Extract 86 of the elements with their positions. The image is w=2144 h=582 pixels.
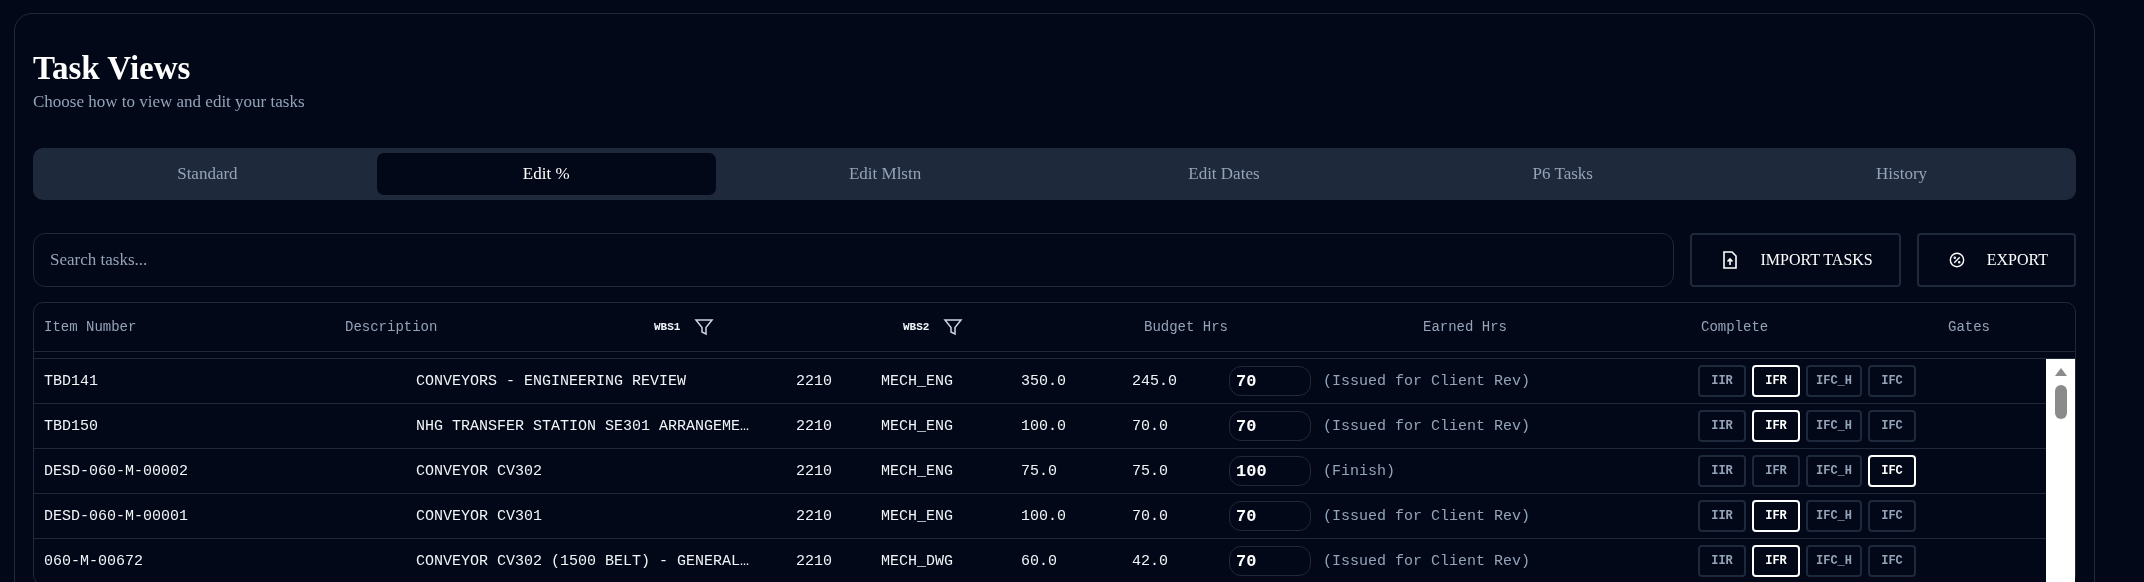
percent-input[interactable]: 70	[1229, 546, 1311, 577]
column-header: Earned Hrs	[1423, 319, 1507, 336]
gate-button[interactable]: IIR	[1698, 455, 1746, 488]
gate-button[interactable]: IFR	[1752, 410, 1800, 443]
status-text: (Issued for Client Rev)	[1323, 552, 1532, 570]
gate-button[interactable]: IFC_H	[1806, 545, 1862, 578]
column-header: WBS2	[903, 321, 930, 334]
gate-button[interactable]: IFC	[1868, 545, 1916, 578]
percent-input[interactable]: 70	[1229, 501, 1311, 532]
table-cell-text: 2210	[796, 507, 833, 525]
table-cell-text: 2210	[796, 372, 833, 390]
gate-button[interactable]: IFC_H	[1806, 455, 1862, 488]
view-tab[interactable]: Edit Dates	[1054, 153, 1394, 196]
column-header: Item Number	[44, 319, 137, 336]
table-cell-text: 70.0	[1132, 507, 1169, 525]
table-cell-text: TBD150	[44, 417, 99, 435]
table-cell-text: 245.0	[1132, 372, 1178, 390]
table-cell-text: 42.0	[1132, 552, 1169, 570]
table-cell-text: MECH_ENG	[881, 462, 954, 480]
percent-input[interactable]: 100	[1229, 456, 1311, 487]
table-cell-text: MECH_ENG	[881, 372, 954, 390]
column-header: Description	[345, 319, 438, 336]
table-cell-text: 2210	[796, 417, 833, 435]
table-cell-text: 350.0	[1021, 372, 1067, 390]
percent-input[interactable]: 70	[1229, 366, 1311, 397]
import-button[interactable]: IMPORT TASKS	[1690, 233, 1901, 288]
gate-button[interactable]: IFR	[1752, 455, 1800, 488]
view-tab[interactable]: Edit Mlstn	[715, 153, 1055, 196]
gate-button[interactable]: IIR	[1698, 365, 1746, 398]
column-header: Gates	[1948, 319, 1990, 336]
status-text: (Finish)	[1323, 462, 1396, 480]
view-tab[interactable]: Standard	[38, 153, 377, 196]
gate-button[interactable]: IFR	[1752, 545, 1800, 578]
gate-button[interactable]: IFC	[1868, 365, 1916, 398]
gate-button[interactable]: IFC_H	[1806, 410, 1862, 443]
status-text: (Issued for Client Rev)	[1323, 417, 1532, 435]
column-header: Complete	[1701, 319, 1769, 336]
scrollbar[interactable]	[2046, 359, 2075, 582]
table-cell-text: CONVEYORS - ENGINEERING REVIEW	[416, 372, 688, 390]
gate-button[interactable]: IFR	[1752, 365, 1800, 398]
table-cell-text: 2210	[796, 552, 833, 570]
gate-button[interactable]: IFC	[1868, 455, 1916, 488]
table-cell-text: TBD141	[44, 372, 99, 390]
scroll-thumb[interactable]	[2054, 385, 2067, 420]
table-cell-text: CONVEYOR CV301	[416, 507, 544, 525]
table-cell-text: 100.0	[1021, 417, 1067, 435]
gate-button[interactable]: IFR	[1752, 500, 1800, 533]
filter-icon[interactable]	[694, 317, 715, 338]
table-cell-text: DESD-060-M-00002	[44, 462, 190, 480]
table-cell-text: 75.0	[1021, 462, 1058, 480]
gate-button[interactable]: IFC_H	[1806, 365, 1862, 398]
gate-button[interactable]: IIR	[1698, 500, 1746, 533]
table-cell-text: CONVEYOR CV302	[416, 462, 544, 480]
gate-button[interactable]: IFC_H	[1806, 500, 1862, 533]
view-tab[interactable]: History	[1732, 153, 2071, 196]
export-button[interactable]: EXPORT	[1916, 233, 2076, 288]
view-tab[interactable]: P6 Tasks	[1393, 153, 1733, 196]
page-subtitle: Choose how to view and edit your tasks	[33, 92, 305, 113]
table-cell-text: 2210	[796, 462, 833, 480]
gate-button[interactable]: IFC	[1868, 410, 1916, 443]
gate-button[interactable]: IFC	[1868, 500, 1916, 533]
gate-button[interactable]: IIR	[1698, 545, 1746, 578]
column-header: WBS1	[654, 321, 681, 334]
view-tab[interactable]: Edit %	[376, 153, 716, 196]
percent-input[interactable]: 70	[1229, 411, 1311, 442]
table-cell-text: 60.0	[1021, 552, 1058, 570]
table-cell-text: CONVEYOR CV302 (1500 BELT) - GENERAL…	[416, 552, 751, 570]
gate-button[interactable]: IIR	[1698, 410, 1746, 443]
table-cell-text: DESD-060-M-00001	[44, 507, 190, 525]
table-cell-text: MECH_ENG	[881, 417, 954, 435]
percent-circle-icon	[1948, 251, 1965, 270]
status-text: (Issued for Client Rev)	[1323, 507, 1532, 525]
filter-icon[interactable]	[943, 317, 964, 338]
table-cell-text: 100.0	[1021, 507, 1067, 525]
scroll-up-icon[interactable]	[2053, 367, 2068, 378]
file-upload-icon	[1722, 251, 1739, 270]
search-field[interactable]: Search tasks...	[33, 233, 1675, 288]
column-header: Budget Hrs	[1144, 319, 1228, 336]
table-cell-text: 70.0	[1132, 417, 1169, 435]
status-text: (Issued for Client Rev)	[1323, 372, 1532, 390]
table-cell-text: 060-M-00672	[44, 552, 145, 570]
table-cell-text: NHG TRANSFER STATION SE301 ARRANGEME…	[416, 417, 751, 435]
table-cell-text: 75.0	[1132, 462, 1169, 480]
page-title: Task Views	[33, 50, 192, 87]
table-cell-text: MECH_DWG	[881, 552, 954, 570]
table-cell-text: MECH_ENG	[881, 507, 954, 525]
